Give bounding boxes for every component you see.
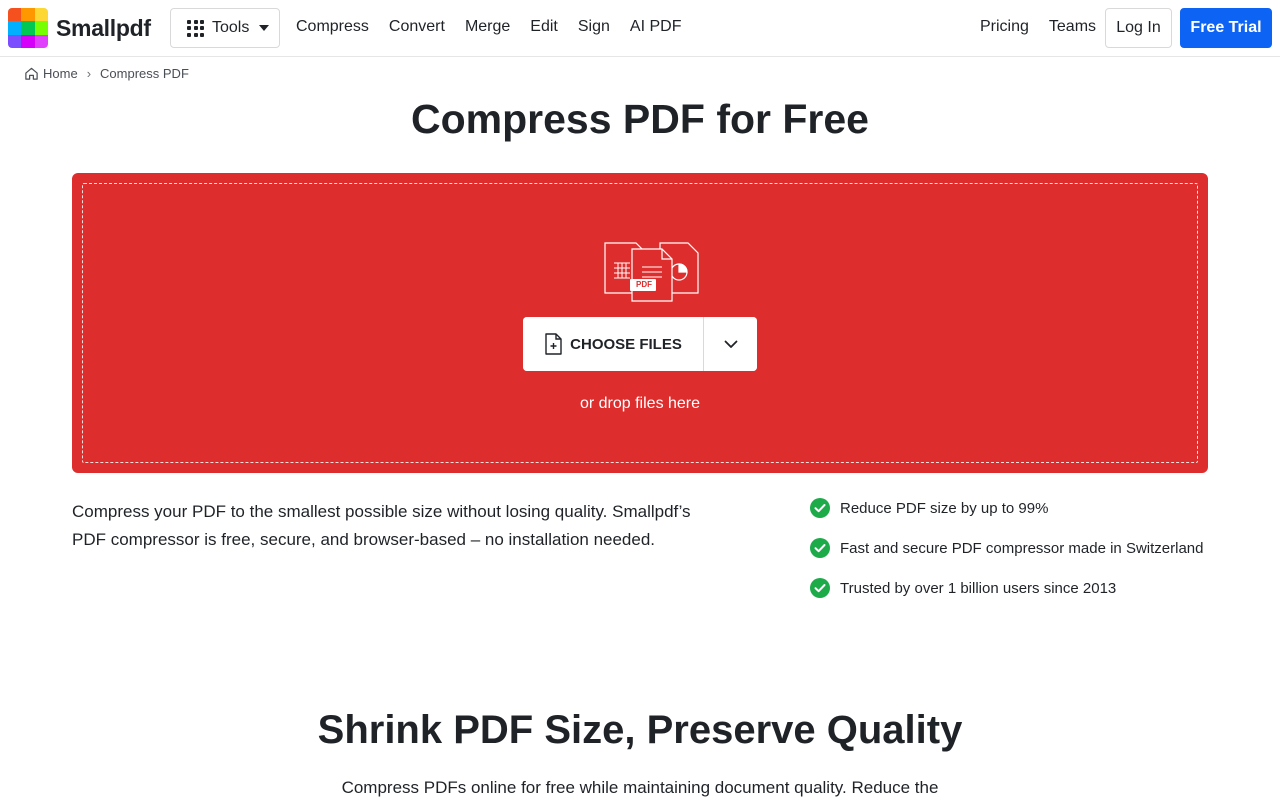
logo-text: Smallpdf [56, 14, 151, 41]
secondary-nav: Pricing Teams [980, 18, 1096, 36]
section-description: Compress PDFs online for free while main… [341, 778, 939, 797]
breadcrumb-current: Compress PDF [100, 66, 189, 81]
login-button[interactable]: Log In [1105, 8, 1172, 48]
page-title: Compress PDF for Free [411, 96, 869, 142]
breadcrumb-home[interactable]: Home [24, 66, 78, 81]
feature-text: Fast and secure PDF compressor made in S… [840, 539, 1204, 557]
choose-files-label: CHOOSE FILES [570, 335, 682, 353]
nav-teams[interactable]: Teams [1049, 18, 1096, 36]
nav-merge[interactable]: Merge [465, 18, 510, 36]
smallpdf-logo[interactable]: Smallpdf [8, 8, 151, 48]
site-header: Smallpdf Tools Compress Convert Merge Ed… [0, 0, 1280, 57]
free-trial-button[interactable]: Free Trial [1180, 8, 1272, 48]
feature-item: Fast and secure PDF compressor made in S… [810, 538, 1230, 558]
breadcrumb-home-label: Home [43, 66, 78, 81]
breadcrumb-separator: › [86, 66, 92, 81]
files-illustration-icon [604, 242, 699, 302]
section-title: Shrink PDF Size, Preserve Quality [317, 708, 963, 752]
feature-item: Reduce PDF size by up to 99% [810, 498, 1230, 518]
upload-options-dropdown[interactable] [703, 317, 757, 371]
breadcrumb: Home › Compress PDF [24, 66, 189, 81]
nav-compress[interactable]: Compress [296, 18, 369, 36]
check-circle-icon [810, 498, 830, 518]
logo-icon [8, 8, 48, 48]
nav-sign[interactable]: Sign [578, 18, 610, 36]
chevron-down-icon [724, 340, 737, 348]
choose-files-group: CHOOSE FILES [523, 317, 757, 371]
check-circle-icon [810, 578, 830, 598]
feature-text: Reduce PDF size by up to 99% [840, 499, 1049, 517]
dropzone-border: PDF CHOOSE FILES or drop files here [82, 183, 1198, 463]
nav-ai-pdf[interactable]: AI PDF [630, 18, 682, 36]
add-file-icon [545, 333, 562, 355]
pdf-badge: PDF [636, 280, 652, 289]
nav-pricing[interactable]: Pricing [980, 18, 1029, 36]
feature-item: Trusted by over 1 billion users since 20… [810, 578, 1230, 598]
apps-grid-icon [187, 19, 204, 37]
caret-down-icon [259, 25, 270, 31]
tools-menu-button[interactable]: Tools [170, 8, 280, 48]
nav-edit[interactable]: Edit [530, 18, 558, 36]
main-nav: Compress Convert Merge Edit Sign AI PDF [296, 18, 681, 36]
home-icon [25, 67, 38, 80]
tools-label: Tools [212, 19, 250, 36]
feature-list: Reduce PDF size by up to 99% Fast and se… [810, 498, 1230, 618]
feature-text: Trusted by over 1 billion users since 20… [840, 579, 1117, 597]
file-dropzone[interactable]: PDF CHOOSE FILES or drop files here [72, 173, 1208, 473]
choose-files-button[interactable]: CHOOSE FILES [523, 317, 703, 371]
check-circle-icon [810, 538, 830, 558]
drop-files-hint: or drop files here [579, 395, 701, 412]
nav-convert[interactable]: Convert [389, 18, 445, 36]
tool-description: Compress your PDF to the smallest possib… [72, 502, 691, 549]
